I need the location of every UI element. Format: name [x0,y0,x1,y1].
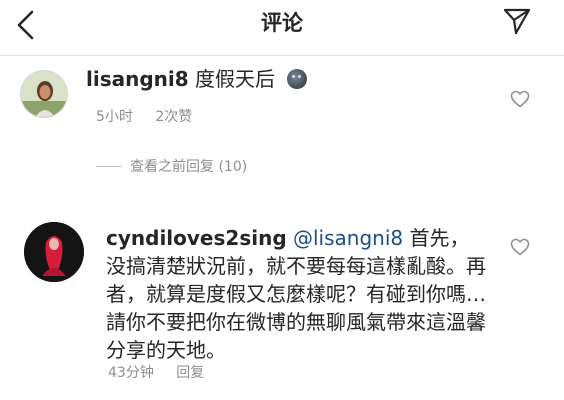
comment-time: 5小时 [96,109,133,125]
like-heart-icon[interactable] [510,90,530,108]
comment-meta: 43分钟 回复 [108,362,222,382]
like-heart-icon[interactable] [510,238,530,256]
user-photo-icon [24,222,84,282]
page-title: 评论 [261,11,303,35]
send-icon[interactable] [502,6,532,36]
comment-username[interactable]: cyndiloves2sing [106,226,287,250]
comment-body: lisangni8 度假天后 [86,66,308,92]
view-replies-label: 查看之前回复 (10) [130,159,248,175]
comment-time: 43分钟 [108,365,154,381]
comment-text: 度假天后 [195,67,276,91]
comment-body: cyndiloves2sing @lisangni8 首先，没搞清楚狀況前，就不… [106,224,486,364]
top-bar: 评论 [0,0,564,56]
replies-divider-line [96,166,122,167]
avatar[interactable] [24,222,84,282]
comment-meta: 5小时 2次赞 [96,106,210,126]
user-photo-icon [21,71,67,117]
comment-mention[interactable]: @lisangni8 [293,226,403,250]
comment-username[interactable]: lisangni8 [86,67,189,91]
comment-likes[interactable]: 2次赞 [155,109,192,125]
moon-face-emoji-icon [287,69,308,89]
reply-button[interactable]: 回复 [176,365,204,381]
avatar[interactable] [20,70,68,118]
